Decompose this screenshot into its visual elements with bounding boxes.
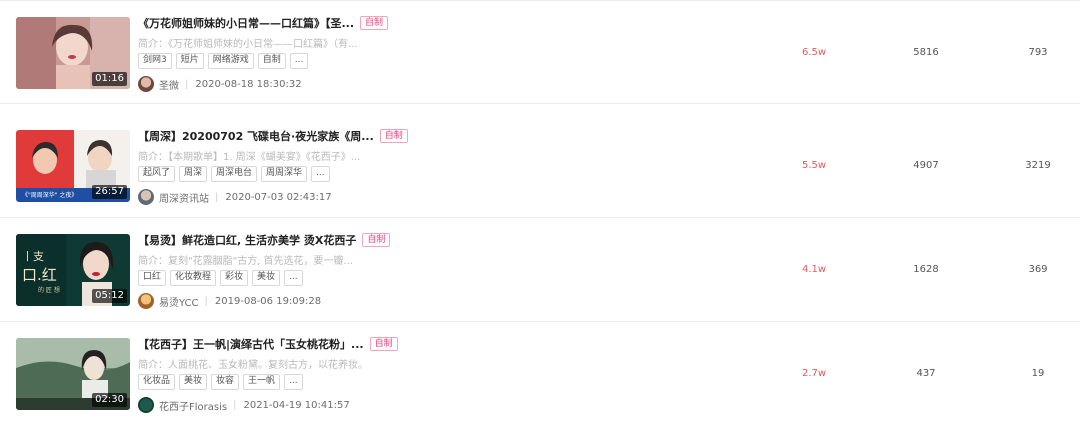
video-description: 简介：【本期歌单】1. 周深《蝴美宴》《花西子》... — [138, 152, 361, 163]
divider: | — [215, 191, 219, 203]
video-info: 【周深】20200702 飞碟电台·夜光家族《周... 自制 简介：【本期歌单】… — [138, 126, 558, 206]
original-badge: 自制 — [369, 337, 398, 351]
tag[interactable]: 剑网3 — [138, 53, 172, 69]
video-thumbnail[interactable]: 丨支 口.红 的 匠 想 05:12 — [16, 234, 130, 306]
svg-text:《"周周深华" 之夜》: 《"周周深华" 之夜》 — [22, 191, 77, 199]
video-duration: 01:16 — [92, 72, 127, 86]
tag[interactable]: 口红 — [138, 270, 167, 286]
tag[interactable]: 短片 — [175, 53, 204, 69]
tag[interactable]: 妆容 — [211, 374, 240, 390]
play-count: 4.1w — [801, 264, 827, 275]
publish-date: 2021-04-19 10:41:57 — [243, 399, 350, 411]
metric-count: 793 — [1028, 47, 1048, 58]
metric-count: 4907 — [913, 160, 939, 171]
tag-list: 剑网3 短片 网络游戏 自制 ... — [138, 53, 558, 69]
tag[interactable]: 彩妆 — [220, 270, 249, 286]
more-tags-button[interactable]: ... — [289, 53, 309, 69]
svg-text:口.红: 口.红 — [22, 266, 57, 284]
divider: | — [233, 399, 237, 411]
video-info: 【花西子】王一帆|演绎古代「玉女桃花粉」... 自制 简介：人面桃花、玉女粉黛。… — [138, 334, 558, 414]
original-badge: 自制 — [379, 129, 408, 143]
video-duration: 02:30 — [92, 393, 127, 407]
author-name[interactable]: 圣微 — [159, 77, 179, 92]
video-thumbnail[interactable]: 01:16 — [16, 17, 130, 89]
tag[interactable]: 美妆 — [252, 270, 281, 286]
tag[interactable]: 化妆教程 — [170, 270, 217, 286]
metric-count: 19 — [1031, 368, 1045, 379]
video-title[interactable]: 【花西子】王一帆|演绎古代「玉女桃花粉」... — [138, 336, 364, 352]
publish-date: 2019-08-06 19:09:28 — [214, 295, 322, 307]
author-name[interactable]: 周深资讯站 — [159, 190, 209, 205]
tag-list: 口红 化妆教程 彩妆 美妆 ... — [138, 270, 558, 286]
tag[interactable]: 王一帆 — [243, 374, 281, 390]
video-row: 01:16 《万花师姐师妹的小日常——口红篇》【圣... 自制 简介：《万花师姐… — [0, 0, 1080, 104]
video-title[interactable]: 【周深】20200702 飞碟电台·夜光家族《周... — [138, 128, 374, 144]
svg-text:的 匠 想: 的 匠 想 — [38, 286, 60, 294]
play-count: 6.5w — [801, 47, 827, 58]
more-tags-button[interactable]: ... — [284, 374, 303, 390]
video-thumbnail[interactable]: 《"周周深华" 之夜》 26:57 — [16, 130, 130, 202]
tag[interactable]: 网络游戏 — [207, 53, 254, 69]
video-title[interactable]: 《万花师姐师妹的小日常——口红篇》【圣... — [138, 15, 354, 31]
more-tags-button[interactable]: ... — [311, 166, 330, 182]
tag[interactable]: 周深电台 — [211, 166, 258, 182]
metric-count: 369 — [1028, 264, 1048, 275]
video-row: 02:30 【花西子】王一帆|演绎古代「玉女桃花粉」... 自制 简介：人面桃花… — [0, 322, 1080, 426]
video-title[interactable]: 【易烫】鲜花造口红, 生活亦美学 烫X花西子 — [138, 232, 356, 248]
video-info: 【易烫】鲜花造口红, 生活亦美学 烫X花西子 自制 简介：复刻"花露胭脂"古方,… — [138, 230, 558, 310]
video-thumbnail[interactable]: 02:30 — [16, 338, 130, 410]
video-info: 《万花师姐师妹的小日常——口红篇》【圣... 自制 简介：《万花师姐师妹的小日常… — [138, 13, 558, 93]
tag[interactable]: 起风了 — [138, 166, 176, 182]
avatar[interactable] — [138, 76, 154, 92]
tag[interactable]: 周周深华 — [261, 166, 308, 182]
avatar[interactable] — [138, 397, 154, 413]
original-badge: 自制 — [360, 16, 389, 30]
metric-count: 3219 — [1025, 160, 1051, 171]
tag-list: 化妆品 美妆 妆容 王一帆 ... — [138, 374, 558, 390]
video-description: 简介：《万花师姐师妹的小日常——口红篇》（有... — [138, 39, 358, 50]
video-description: 简介：复刻"花露胭脂"古方, 首先选花，要一瓣... — [138, 256, 354, 267]
tag[interactable]: 美妆 — [179, 374, 208, 390]
divider: | — [204, 295, 208, 307]
video-duration: 26:57 — [92, 185, 127, 199]
publish-date: 2020-08-18 18:30:32 — [195, 78, 302, 90]
play-count: 2.7w — [801, 368, 827, 379]
video-description: 简介：人面桃花、玉女粉黛。复刻古方，以花养妆。 — [138, 360, 368, 371]
video-row: 《"周周深华" 之夜》 26:57 【周深】20200702 飞碟电台·夜光家族… — [0, 114, 1080, 218]
metric-count: 1628 — [913, 264, 939, 275]
more-tags-button[interactable]: ... — [284, 270, 303, 286]
publish-date: 2020-07-03 02:43:17 — [225, 191, 332, 203]
tag[interactable]: 自制 — [257, 53, 286, 69]
avatar[interactable] — [138, 189, 154, 205]
metric-count: 5816 — [913, 47, 939, 58]
tag[interactable]: 周深 — [179, 166, 208, 182]
author-name[interactable]: 易烫YCC — [159, 294, 199, 309]
svg-text:丨支: 丨支 — [22, 250, 44, 263]
author-name[interactable]: 花西子Florasis — [159, 398, 227, 413]
tag-list: 起风了 周深 周深电台 周周深华 ... — [138, 166, 558, 182]
video-row: 丨支 口.红 的 匠 想 05:12 【易烫】鲜花造口红, 生活亦美学 烫X花西… — [0, 218, 1080, 322]
metric-count: 437 — [916, 368, 936, 379]
avatar[interactable] — [138, 293, 154, 309]
original-badge: 自制 — [362, 233, 391, 247]
tag[interactable]: 化妆品 — [138, 374, 176, 390]
divider: | — [185, 78, 189, 90]
play-count: 5.5w — [801, 160, 827, 171]
video-duration: 05:12 — [92, 289, 127, 303]
